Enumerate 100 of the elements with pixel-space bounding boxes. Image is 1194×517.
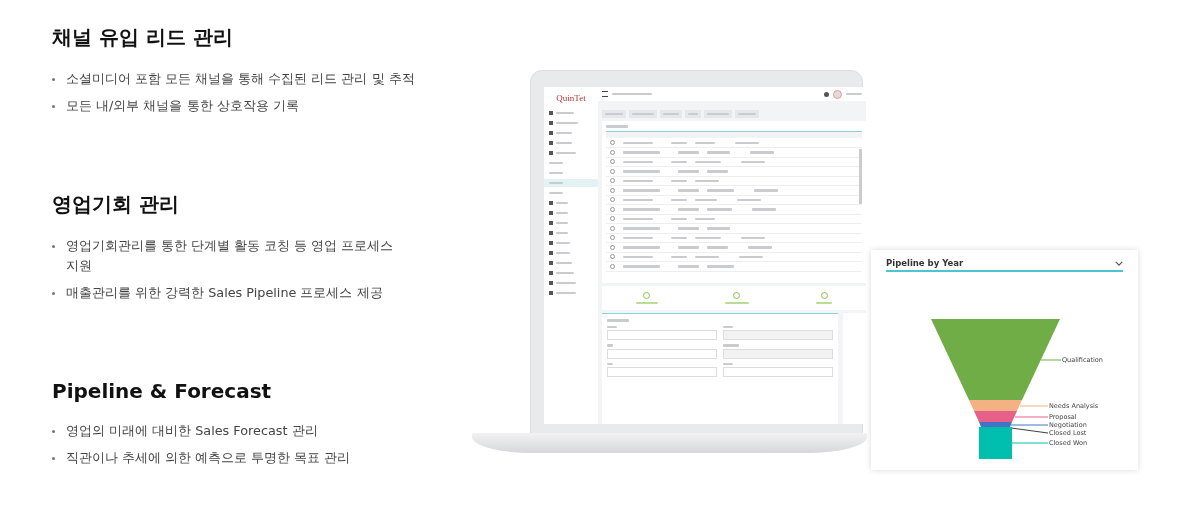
bullet-icon <box>52 78 55 81</box>
input-field[interactable] <box>723 330 833 340</box>
blurred-text <box>752 208 776 211</box>
blurred-text <box>739 255 763 258</box>
blurred-text <box>723 344 739 347</box>
input-field[interactable] <box>607 348 717 359</box>
menu-item-icon <box>549 251 553 255</box>
blurred-text <box>556 141 572 145</box>
blurred-text <box>816 301 833 305</box>
bullet-icon <box>52 105 55 108</box>
blurred-text <box>623 208 660 211</box>
blurred-text <box>735 141 759 144</box>
blurred-text <box>612 92 652 96</box>
blurred-text <box>707 189 734 192</box>
tab[interactable] <box>602 110 626 118</box>
menu-item-icon <box>549 201 553 205</box>
menu-item-icon <box>549 141 553 145</box>
input-field[interactable] <box>607 330 717 340</box>
blurred-text <box>695 160 721 163</box>
menu-item-icon <box>549 121 553 125</box>
tab[interactable] <box>704 110 732 118</box>
blurred-text <box>623 160 653 163</box>
blurred-text <box>707 227 730 230</box>
blurred-text <box>671 141 687 144</box>
bullet-text: 매출관리를 위한 강력한 Sales Pipeline 프로세스 제공 <box>66 284 384 302</box>
blurred-text <box>748 246 772 249</box>
blurred-text <box>606 125 628 128</box>
menu-item-icon <box>549 211 553 215</box>
input-field[interactable] <box>723 367 833 377</box>
menu-icon[interactable] <box>602 91 608 97</box>
blurred-text <box>556 121 578 125</box>
blurred-text <box>556 201 568 205</box>
blurred-text <box>556 151 576 155</box>
blurred-text <box>671 236 687 239</box>
menu-item-icon <box>549 271 553 275</box>
blurred-text <box>556 271 574 275</box>
blurred-text <box>549 171 563 175</box>
blurred-text <box>695 179 719 182</box>
bullet-text: 모든 내/외부 채널을 통한 상호작용 기록 <box>66 97 300 115</box>
blurred-text <box>671 217 687 220</box>
blurred-text <box>678 265 699 268</box>
blurred-text <box>707 246 728 249</box>
section-heading: 영업기회 관리 <box>52 191 180 218</box>
bullet-text: 영업의 미래에 대비한 Sales Forecast 관리 <box>66 422 319 440</box>
blurred-text <box>607 362 613 365</box>
app-logo: QuinTet <box>556 93 586 103</box>
blurred-text <box>623 151 660 154</box>
tab[interactable] <box>735 110 759 118</box>
blurred-text <box>623 217 653 220</box>
blurred-text <box>707 265 734 268</box>
leader-line <box>1014 416 1049 418</box>
blurred-text <box>678 246 699 249</box>
blurred-text <box>623 189 660 192</box>
blurred-text <box>556 241 570 245</box>
menu-item-icon <box>549 261 553 265</box>
blurred-text <box>678 227 699 230</box>
menu-item-icon <box>549 291 553 295</box>
blurred-text <box>556 211 568 215</box>
blurred-text <box>678 170 699 173</box>
blurred-text <box>556 251 570 255</box>
bullet-icon <box>52 245 55 248</box>
scrollbar[interactable] <box>859 149 862 204</box>
bullet-icon <box>52 292 55 295</box>
blurred-text <box>707 151 730 154</box>
blurred-text <box>556 261 572 265</box>
input-field[interactable] <box>723 348 833 359</box>
leader-line <box>1040 359 1062 361</box>
blurred-text <box>635 301 658 305</box>
tab[interactable] <box>660 110 682 118</box>
tab[interactable] <box>629 110 657 118</box>
chevron-down-icon[interactable] <box>1115 260 1123 266</box>
blurred-text <box>623 141 653 144</box>
blurred-text <box>671 179 687 182</box>
input-field[interactable] <box>607 367 717 377</box>
leader-line <box>1019 405 1049 407</box>
blurred-text <box>695 198 717 201</box>
blurred-text <box>671 255 687 258</box>
tab[interactable] <box>685 110 701 118</box>
blurred-text <box>556 111 574 115</box>
menu-item-icon <box>549 111 553 115</box>
blurred-text <box>737 198 761 201</box>
blurred-text <box>678 208 699 211</box>
blurred-text <box>623 246 660 249</box>
leader-line <box>1011 442 1049 444</box>
chart-title: Pipeline by Year <box>886 258 964 268</box>
blurred-text <box>556 281 576 285</box>
blurred-text <box>707 208 732 211</box>
menu-item-icon <box>549 241 553 245</box>
blurred-text <box>754 189 778 192</box>
menu-item-icon <box>549 151 553 155</box>
blurred-text <box>607 344 613 347</box>
blurred-text <box>695 236 721 239</box>
blurred-text <box>750 151 774 154</box>
bullet-text: 직관이나 추세에 의한 예측으로 투명한 목표 관리 <box>66 449 352 467</box>
menu-item-icon <box>549 221 553 225</box>
globe-icon[interactable] <box>824 91 829 97</box>
blurred-text <box>623 255 653 258</box>
blurred-text <box>623 198 653 201</box>
blurred-text <box>549 181 563 185</box>
bullet-text: 영업기회관리를 통한 단계별 활동 코칭 등 영업 프로세스 지원 <box>66 237 395 275</box>
